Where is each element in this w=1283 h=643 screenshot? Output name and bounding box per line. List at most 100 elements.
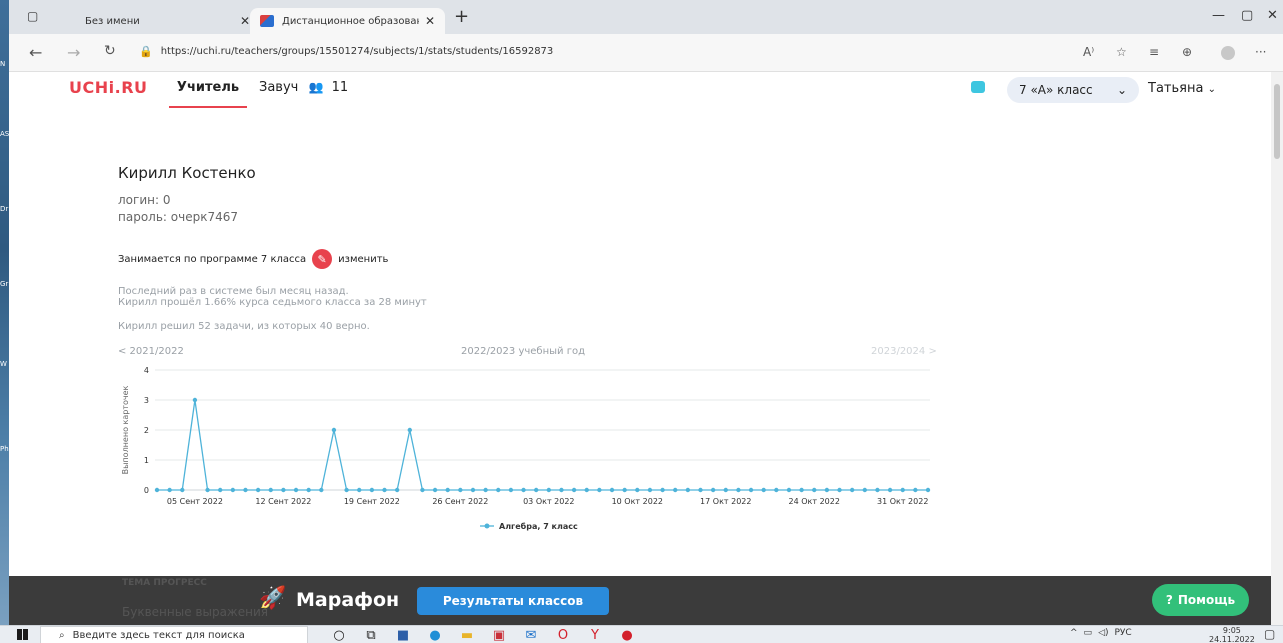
tray-expand-icon[interactable]: ^: [1070, 628, 1078, 638]
yandex-browser-icon[interactable]: ●: [618, 628, 636, 643]
data-point: [710, 487, 716, 493]
collections-icon[interactable]: ⊕: [1182, 45, 1192, 59]
volume-icon[interactable]: ◁): [1098, 628, 1108, 638]
tab-actions-icon[interactable]: ▢: [27, 9, 38, 23]
user-name: Татьяна: [1148, 81, 1204, 96]
maximize-icon[interactable]: ▢: [1241, 8, 1253, 23]
cortana-icon[interactable]: ○: [330, 628, 348, 643]
desktop-icon[interactable]: N: [0, 60, 9, 68]
scrollbar-thumb[interactable]: [1274, 84, 1280, 159]
desktop-icon[interactable]: AS: [0, 130, 9, 138]
class-results-button[interactable]: Результаты классов: [417, 587, 609, 615]
back-icon[interactable]: ←: [29, 43, 42, 62]
data-point: [180, 487, 185, 493]
x-tick-label: 03 Окт 2022: [523, 497, 574, 506]
edit-program-link[interactable]: изменить: [338, 254, 388, 265]
data-point: [887, 487, 893, 493]
read-aloud-icon[interactable]: A⁾: [1083, 45, 1094, 59]
favorite-icon[interactable]: ☆: [1116, 45, 1127, 59]
rocket-icon: 🚀: [259, 586, 287, 611]
edit-pencil-icon[interactable]: ✎: [312, 249, 333, 269]
store-icon[interactable]: ■: [394, 628, 412, 643]
data-point: [875, 487, 880, 493]
y-tick-label: 4: [144, 366, 149, 375]
help-button[interactable]: ? Помощь: [1152, 584, 1249, 616]
opera-icon[interactable]: O: [554, 628, 572, 643]
windows-taskbar: ⌕ Введите здесь текст для поиска ○ ⧉ ■ ●…: [0, 625, 1283, 643]
favorites-list-icon[interactable]: ≡: [1149, 45, 1159, 59]
desktop-icon[interactable]: Dr: [0, 205, 9, 213]
more-icon[interactable]: ···: [1255, 45, 1266, 59]
question-icon: ?: [1165, 593, 1173, 607]
close-window-icon[interactable]: ✕: [1267, 8, 1278, 23]
language-indicator[interactable]: РУС: [1115, 628, 1132, 638]
data-point: [774, 487, 779, 493]
taskbar-apps: ○ ⧉ ■ ● ▬ ▣ ✉ O Y ●: [330, 626, 636, 643]
next-year-link[interactable]: 2023/2024 >: [871, 346, 937, 357]
uchi-logo[interactable]: UCHi.RU: [69, 78, 148, 97]
desktop-icon[interactable]: Gr: [0, 280, 9, 288]
clock-time: 9:05: [1222, 626, 1241, 635]
task-view-icon[interactable]: ⧉: [362, 628, 380, 643]
gift-icon[interactable]: ▣: [490, 628, 508, 643]
user-menu[interactable]: Татьяна ⌄: [1148, 81, 1216, 96]
forward-icon[interactable]: →: [67, 43, 80, 62]
desktop-icon[interactable]: Ph: [0, 445, 9, 453]
tab-untitled[interactable]: Без имени ✕: [75, 8, 260, 34]
data-point: [281, 487, 286, 493]
tab-uchi[interactable]: Дистанционное образование д ✕: [250, 8, 445, 34]
data-point: [192, 397, 198, 403]
minimize-icon[interactable]: —: [1212, 8, 1225, 23]
yandex-icon[interactable]: Y: [586, 628, 604, 643]
x-tick-label: 17 Окт 2022: [700, 497, 751, 506]
data-point: [432, 487, 438, 493]
data-point: [546, 487, 552, 493]
chat-icon[interactable]: [971, 81, 985, 93]
x-tick-label: 05 Сент 2022: [167, 497, 223, 506]
edge-icon[interactable]: ●: [426, 628, 444, 643]
prev-year-link[interactable]: < 2021/2022: [118, 346, 184, 357]
nav-deputy-count: 11: [331, 80, 349, 95]
windows-start-icon[interactable]: [17, 629, 28, 640]
data-point: [571, 487, 577, 493]
profile-avatar[interactable]: [1221, 46, 1235, 60]
last-seen-text: Последний раз в системе был месяц назад.: [118, 286, 349, 297]
nav-deputy[interactable]: Завуч 👥 11: [259, 80, 348, 95]
data-point: [900, 487, 905, 493]
page-scrollbar[interactable]: [1271, 72, 1283, 625]
notifications-icon[interactable]: ▢: [1264, 627, 1275, 641]
x-tick-label: 24 Окт 2022: [789, 497, 840, 506]
x-tick-label: 12 Сент 2022: [255, 497, 311, 506]
taskbar-clock[interactable]: 9:05 24.11.2022: [1209, 626, 1255, 643]
data-point: [913, 487, 918, 493]
url-field[interactable]: 🔒 https://uchi.ru/teachers/groups/155012…: [139, 45, 553, 58]
close-tab-icon[interactable]: ✕: [425, 14, 435, 28]
data-point: [243, 487, 248, 493]
data-point: [154, 487, 160, 493]
uchi-favicon-icon: [260, 15, 274, 27]
series-line: [157, 399, 928, 491]
refresh-icon[interactable]: ↻: [104, 43, 116, 59]
y-axis-label: Выполнено карточек: [121, 385, 130, 474]
nav-teacher[interactable]: Учитель: [169, 80, 247, 108]
explorer-icon[interactable]: ▬: [458, 628, 476, 643]
desktop-edge: N AS Dr Gr W Ph: [0, 0, 9, 625]
program-text: Занимается по программе 7 класса: [118, 253, 307, 265]
data-point: [496, 487, 501, 493]
mail-icon[interactable]: ✉: [522, 628, 540, 643]
y-tick-label: 0: [144, 486, 149, 495]
class-select[interactable]: 7 «А» класс ⌄: [1007, 77, 1139, 103]
desktop-icon[interactable]: W: [0, 360, 9, 368]
data-point: [812, 487, 817, 493]
taskbar-search[interactable]: ⌕ Введите здесь текст для поиска: [40, 626, 308, 643]
new-tab-icon[interactable]: +: [454, 6, 469, 27]
data-point: [293, 487, 299, 493]
legend-marker: [484, 523, 490, 529]
network-icon[interactable]: ▭: [1084, 628, 1093, 638]
data-point: [217, 487, 223, 493]
close-tab-icon[interactable]: ✕: [240, 14, 250, 28]
data-point: [319, 487, 324, 493]
data-point: [609, 487, 615, 493]
data-point: [660, 487, 665, 493]
cards-line-chart: 0 1 2 3 4 Выполнено карточек 05 Сент 2022 12 Се…: [121, 366, 931, 531]
